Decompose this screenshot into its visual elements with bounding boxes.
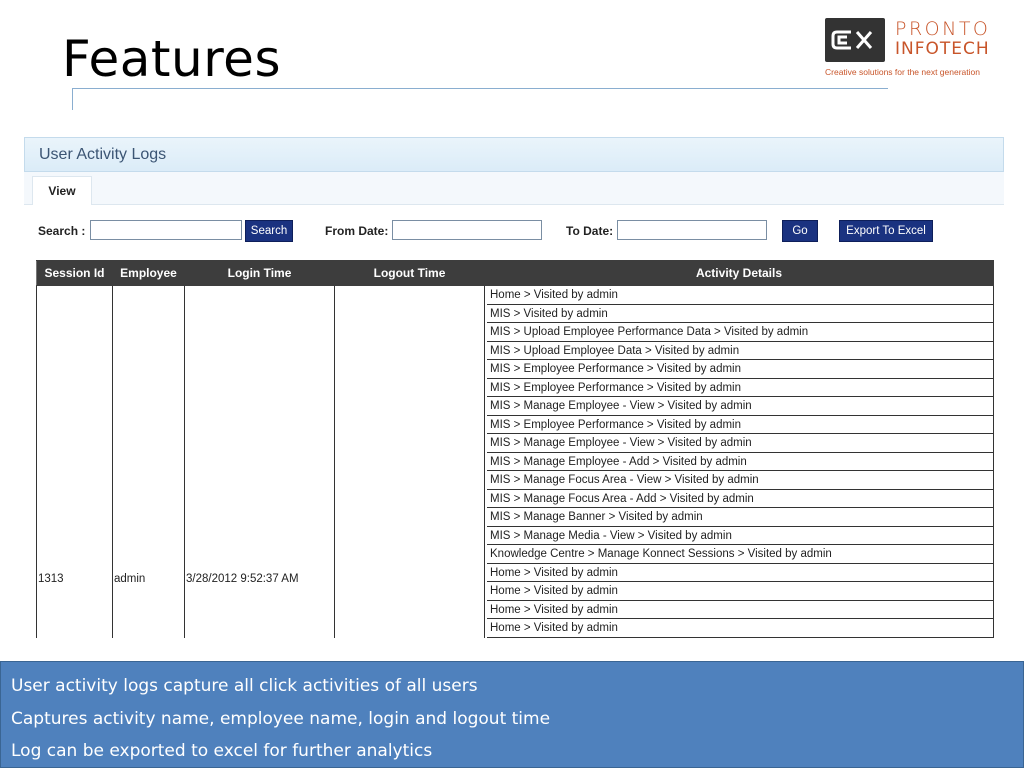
user-activity-logs-panel: User Activity Logs View Search : Search … xyxy=(24,137,1004,638)
list-item: Home > Visited by admin xyxy=(487,601,993,619)
go-button[interactable]: Go xyxy=(782,220,818,242)
login-time-cell: 3/28/2012 9:52:37 AM xyxy=(184,285,335,638)
list-item: Home > Visited by admin xyxy=(487,582,993,601)
logo-mark-icon xyxy=(825,18,885,62)
activity-list: Home > Visited by admin MIS > Visited by… xyxy=(487,286,993,638)
list-item: MIS > Visited by admin xyxy=(487,305,993,323)
logo-text-infotech: INFOTECH xyxy=(895,39,990,59)
search-label: Search : xyxy=(38,224,86,238)
list-item: MIS > Upload Employee Performance Data >… xyxy=(487,323,993,342)
list-item: MIS > Manage Media - View > Visited by a… xyxy=(487,527,993,545)
title-underline xyxy=(72,88,888,89)
list-item: MIS > Employee Performance > Visited by … xyxy=(487,360,993,379)
export-to-excel-button[interactable]: Export To Excel xyxy=(839,220,933,242)
feature-bullet-list: User activity logs capture all click act… xyxy=(1,662,1023,769)
login-time-value: 3/28/2012 9:52:37 AM xyxy=(186,573,299,585)
table-header-row: Session Id Employee Login Time Logout Ti… xyxy=(36,260,994,286)
tab-bar: View xyxy=(24,172,1004,205)
list-item: MIS > Employee Performance > Visited by … xyxy=(487,416,993,434)
slide-title: Features xyxy=(62,30,281,88)
employee-cell: admin xyxy=(112,285,185,638)
list-item: Home > Visited by admin xyxy=(487,619,993,638)
to-date-input[interactable] xyxy=(617,220,767,240)
column-header-session-id: Session Id xyxy=(36,260,113,286)
column-header-activity-details: Activity Details xyxy=(484,260,994,286)
session-id-value: 1313 xyxy=(38,573,64,585)
list-item: MIS > Upload Employee Data > Visited by … xyxy=(487,342,993,360)
list-item: User activity logs capture all click act… xyxy=(11,676,478,696)
activity-log-table: Session Id Employee Login Time Logout Ti… xyxy=(36,260,994,638)
activity-details-cell: Home > Visited by admin MIS > Visited by… xyxy=(484,285,994,638)
column-header-employee: Employee xyxy=(112,260,185,286)
logo-tagline: Creative solutions for the next generati… xyxy=(825,67,980,77)
session-id-cell: 1313 xyxy=(36,285,113,638)
list-item: Log can be exported to excel for further… xyxy=(11,741,433,761)
tab-view[interactable]: View xyxy=(32,176,92,205)
list-item: MIS > Manage Employee - View > Visited b… xyxy=(487,434,993,453)
list-item: Home > Visited by admin xyxy=(487,564,993,582)
feature-summary-box: User activity logs capture all click act… xyxy=(0,661,1024,768)
to-date-label: To Date: xyxy=(566,224,614,238)
list-item: MIS > Manage Focus Area - Add > Visited … xyxy=(487,490,993,508)
table-row: 1313 admin 3/28/2012 9:52:37 AM Home > V… xyxy=(36,285,994,638)
from-date-input[interactable] xyxy=(392,220,542,240)
company-logo: PRONTO INFOTECH Creative solutions for t… xyxy=(823,16,1003,80)
list-item: MIS > Manage Employee - Add > Visited by… xyxy=(487,453,993,471)
list-item: MIS > Manage Banner > Visited by admin xyxy=(487,508,993,527)
list-item: MIS > Manage Employee - View > Visited b… xyxy=(487,397,993,416)
search-button[interactable]: Search xyxy=(245,220,293,242)
list-item: Captures activity name, employee name, l… xyxy=(11,708,551,729)
list-item: MIS > Manage Focus Area - View > Visited… xyxy=(487,471,993,490)
panel-title: User Activity Logs xyxy=(39,146,167,163)
search-input[interactable] xyxy=(90,220,242,240)
employee-value: admin xyxy=(114,573,146,585)
column-header-logout-time: Logout Time xyxy=(334,260,485,286)
list-item: Knowledge Centre > Manage Konnect Sessio… xyxy=(487,545,993,564)
from-date-label: From Date: xyxy=(325,224,389,238)
panel-header: User Activity Logs xyxy=(24,137,1004,172)
list-item: MIS > Employee Performance > Visited by … xyxy=(487,379,993,397)
logo-text-pronto: PRONTO xyxy=(895,18,991,40)
title-rule-vertical xyxy=(72,88,73,110)
list-item: Home > Visited by admin xyxy=(487,286,993,305)
logout-time-cell xyxy=(334,285,485,638)
column-header-login-time: Login Time xyxy=(184,260,335,286)
